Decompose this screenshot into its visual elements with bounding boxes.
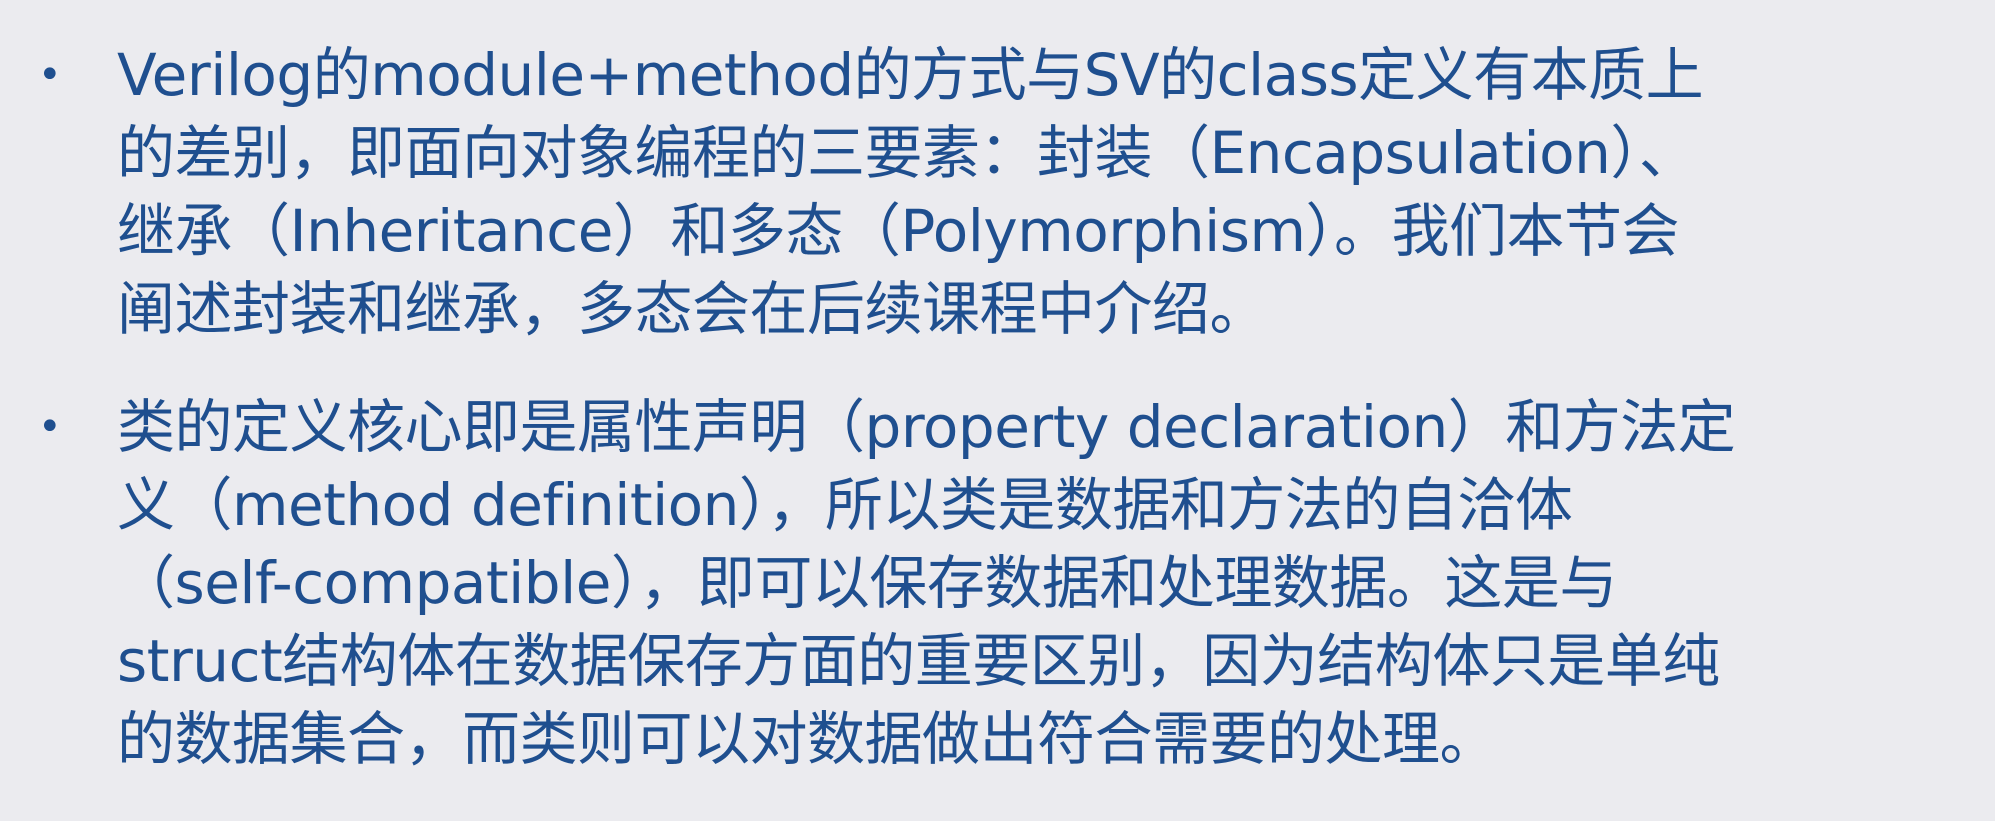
bullet-1-line-4: 阐述封装和继承，多态会在后续课程中介绍。	[117, 275, 1268, 343]
bullet-2-line-4: struct结构体在数据保存方面的重要区别，因为结构体只是单纯	[117, 627, 1720, 695]
bullet-icon: •	[38, 404, 62, 450]
bullet-2-line-3: （self-compatible），即可以保存数据和处理数据。这是与	[117, 549, 1617, 617]
bullet-1-line-2: 的差别，即面向对象编程的三要素：封装（Encapsulation）、	[117, 119, 1697, 187]
bullet-icon: •	[38, 52, 62, 98]
bullet-2-line-2: 义（method definition），所以类是数据和方法的自洽体	[117, 471, 1573, 539]
slide-content: • Verilog的module+method的方式与SV的class定义有本质…	[0, 0, 1995, 821]
bullet-1-line-3: 继承（Inheritance）和多态（Polymorphism）。我们本节会	[117, 197, 1679, 265]
bullet-2-line-5: 的数据集合，而类则可以对数据做出符合需要的处理。	[117, 705, 1498, 773]
bullet-2-line-1: 类的定义核心即是属性声明（property declaration）和方法定	[117, 393, 1736, 461]
bullet-1-line-1: Verilog的module+method的方式与SV的class定义有本质上	[117, 41, 1704, 109]
